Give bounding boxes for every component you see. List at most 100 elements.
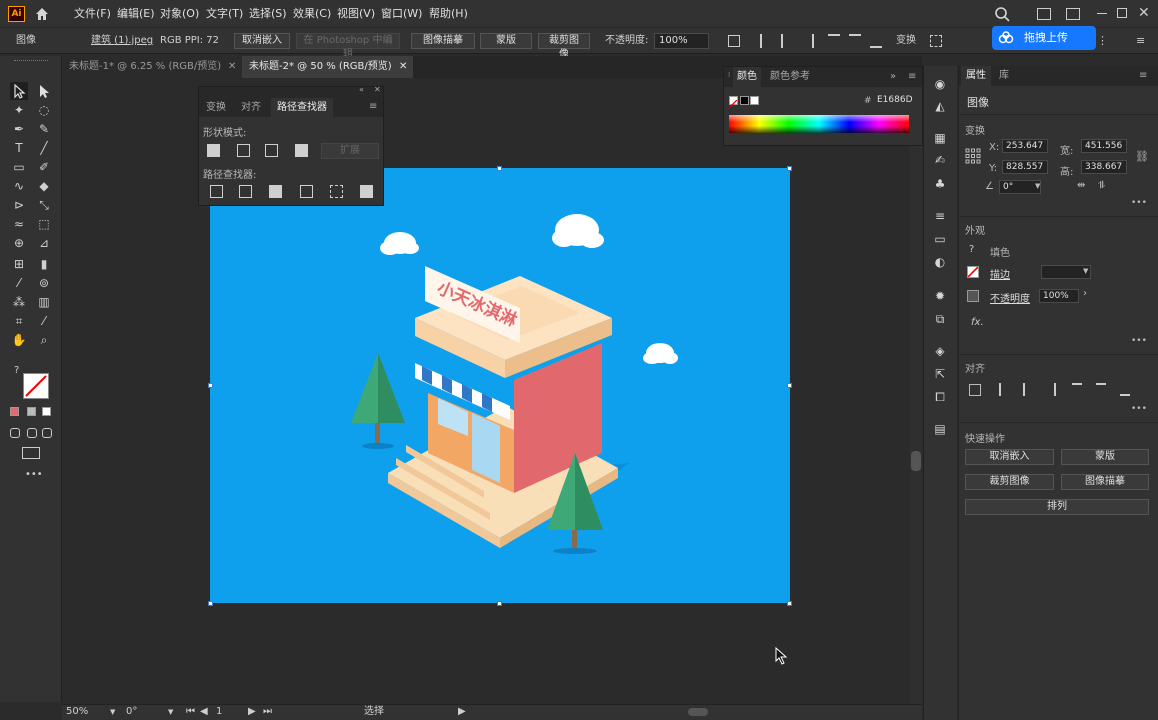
shaper-tool-icon[interactable]: ∿ bbox=[10, 177, 28, 195]
quick-crop-button[interactable]: 裁剪图像 bbox=[965, 474, 1054, 490]
tab-color-guide[interactable]: 颜色参考 bbox=[770, 67, 810, 87]
transparency-mask-icon[interactable]: ◐ bbox=[932, 254, 948, 270]
free-transform-tool-icon[interactable]: ⬚ bbox=[35, 215, 53, 233]
menu-effect[interactable]: 效果(C) bbox=[293, 0, 331, 28]
tab-pathfinder[interactable]: 路径查找器 bbox=[271, 98, 333, 118]
next-artboard-icon[interactable]: ▶ bbox=[248, 704, 256, 720]
image-trace-button[interactable]: 图像描摹 bbox=[411, 33, 475, 49]
y-input[interactable]: 828.557 bbox=[1002, 160, 1048, 174]
bounding-box-handle[interactable] bbox=[787, 383, 792, 388]
color-spectrum[interactable] bbox=[729, 115, 909, 133]
paintbrush-tool-icon[interactable]: ✐ bbox=[35, 158, 53, 176]
none-mode-icon[interactable] bbox=[42, 407, 51, 416]
unembed-button[interactable]: 取消嵌入 bbox=[234, 33, 290, 49]
magic-wand-tool-icon[interactable]: ✦ bbox=[10, 101, 28, 119]
fill-none-icon[interactable]: ? bbox=[969, 244, 974, 255]
panel-grip[interactable]: « ✕ bbox=[199, 85, 383, 97]
align-middle-icon[interactable] bbox=[1096, 383, 1106, 396]
tab-color[interactable]: 颜色 bbox=[733, 67, 761, 87]
stroke-icon[interactable]: ≡ bbox=[932, 208, 948, 224]
bounding-box-handle[interactable] bbox=[208, 383, 213, 388]
horizontal-scroll-thumb[interactable] bbox=[688, 708, 708, 716]
reflect-tool-icon[interactable]: ⊳ bbox=[10, 196, 28, 214]
symbol-sprayer-tool-icon[interactable]: ⁂ bbox=[10, 293, 28, 311]
vertical-scrollbar[interactable] bbox=[910, 78, 922, 704]
menu-select[interactable]: 选择(S) bbox=[249, 0, 287, 28]
close-icon[interactable]: ✕ bbox=[1138, 4, 1152, 22]
quick-unembed-button[interactable]: 取消嵌入 bbox=[965, 449, 1054, 465]
tab-close-icon[interactable]: ✕ bbox=[228, 56, 236, 78]
exclude-icon[interactable] bbox=[295, 144, 308, 157]
export-icon[interactable]: ⇱ bbox=[932, 366, 948, 382]
tab-document-2[interactable]: 未标题-2* @ 50 % (RGB/预览) ✕ bbox=[242, 56, 413, 78]
close-icon[interactable]: ✕ bbox=[374, 85, 381, 94]
gradient-tool-icon[interactable]: ▮ bbox=[35, 255, 53, 273]
align-bottom-icon[interactable] bbox=[870, 34, 882, 48]
minus-back-icon[interactable] bbox=[360, 185, 373, 198]
artboard-number[interactable]: 1 bbox=[216, 704, 222, 720]
align-left-icon[interactable] bbox=[760, 34, 772, 48]
lasso-tool-icon[interactable]: ◌ bbox=[35, 101, 53, 119]
flip-vertical-icon[interactable]: ⥮ bbox=[1098, 180, 1105, 191]
home-icon[interactable] bbox=[34, 6, 50, 22]
perspective-grid-tool-icon[interactable]: ⊿ bbox=[35, 234, 53, 252]
mask-button[interactable]: 蒙版 bbox=[480, 33, 532, 49]
merge-icon[interactable] bbox=[269, 185, 282, 198]
tab-align[interactable]: 对齐 bbox=[241, 98, 261, 118]
intersect-icon[interactable] bbox=[265, 144, 278, 157]
maximize-icon[interactable] bbox=[1117, 8, 1127, 18]
collapse-icon[interactable]: « bbox=[359, 85, 364, 94]
stroke-swatch[interactable] bbox=[23, 373, 49, 399]
hex-input[interactable]: E1686D bbox=[874, 94, 916, 108]
hand-tool-icon[interactable]: ✋ bbox=[10, 331, 28, 349]
selection-tool-icon[interactable] bbox=[10, 82, 28, 100]
menu-more-icon[interactable]: ⋮ bbox=[1097, 34, 1109, 48]
quick-arrange-button[interactable]: 排列 bbox=[965, 499, 1149, 515]
menu-edit[interactable]: 编辑(E) bbox=[117, 0, 155, 28]
panel-menu-icon[interactable]: ≡ bbox=[1136, 34, 1148, 48]
height-input[interactable]: 338.667 bbox=[1081, 160, 1127, 174]
opacity-label[interactable]: 不透明度 bbox=[990, 290, 1030, 305]
brushes-icon[interactable]: ✍ bbox=[932, 152, 948, 168]
width-input[interactable]: 451.556 bbox=[1081, 139, 1127, 153]
arrange-docs-icon[interactable] bbox=[1066, 8, 1080, 20]
effects-icon[interactable]: fx. bbox=[971, 317, 984, 328]
flip-horizontal-icon[interactable]: ⇹ bbox=[1077, 180, 1085, 191]
zoom-select[interactable]: 50% bbox=[66, 704, 88, 720]
crop-image-button[interactable]: 裁剪图像 bbox=[538, 33, 590, 60]
draw-inside-icon[interactable] bbox=[42, 428, 52, 438]
mesh-tool-icon[interactable]: ⊞ bbox=[10, 255, 28, 273]
panel-grip[interactable]: ⁞ bbox=[728, 71, 730, 79]
tab-libraries[interactable]: 库 bbox=[999, 66, 1009, 86]
search-icon[interactable] bbox=[994, 6, 1010, 22]
align-middle-icon[interactable] bbox=[849, 34, 861, 48]
workspace-icon[interactable] bbox=[1037, 8, 1051, 20]
tab-document-1[interactable]: 未标题-1* @ 6.25 % (RGB/预览) ✕ bbox=[62, 56, 242, 78]
constrain-proportions-icon[interactable]: ⛓ bbox=[1135, 150, 1149, 163]
artboard-image[interactable]: 小天冰淇淋 bbox=[210, 168, 790, 603]
bounding-box-handle[interactable] bbox=[497, 601, 502, 606]
chevron-down-icon[interactable]: ▼ bbox=[1083, 267, 1088, 275]
chevron-down-icon[interactable]: ▼ bbox=[168, 704, 173, 720]
minus-front-icon[interactable] bbox=[237, 144, 250, 157]
prev-artboard-icon[interactable]: ◀ bbox=[200, 704, 208, 720]
curvature-tool-icon[interactable]: ✎ bbox=[35, 120, 53, 138]
gradient-mode-icon[interactable] bbox=[27, 407, 36, 416]
align-top-icon[interactable] bbox=[1072, 383, 1082, 396]
more-options-icon[interactable]: ••• bbox=[1131, 404, 1147, 414]
swatches-icon[interactable]: ▦ bbox=[932, 130, 948, 146]
quick-mask-button[interactable]: 蒙版 bbox=[1061, 449, 1149, 465]
eraser-tool-icon[interactable]: ◆ bbox=[35, 177, 53, 195]
edit-in-photoshop-button[interactable]: 在 Photoshop 中编辑 bbox=[296, 33, 400, 60]
comments-icon[interactable]: ▤ bbox=[932, 421, 948, 437]
color-mode-icon[interactable] bbox=[10, 407, 19, 416]
transform-link[interactable]: 变换 bbox=[896, 28, 916, 54]
menu-type[interactable]: 文字(T) bbox=[206, 0, 243, 28]
align-left-icon[interactable] bbox=[999, 383, 1009, 396]
chevron-down-icon[interactable]: ▼ bbox=[1035, 182, 1040, 190]
align-center-icon[interactable] bbox=[1023, 383, 1033, 396]
eyedropper-tool-icon[interactable]: ⁄ bbox=[10, 274, 28, 292]
type-tool-icon[interactable]: T bbox=[10, 139, 28, 157]
line-tool-icon[interactable]: ╱ bbox=[35, 139, 53, 157]
status-menu-icon[interactable]: ▶ bbox=[458, 704, 466, 720]
